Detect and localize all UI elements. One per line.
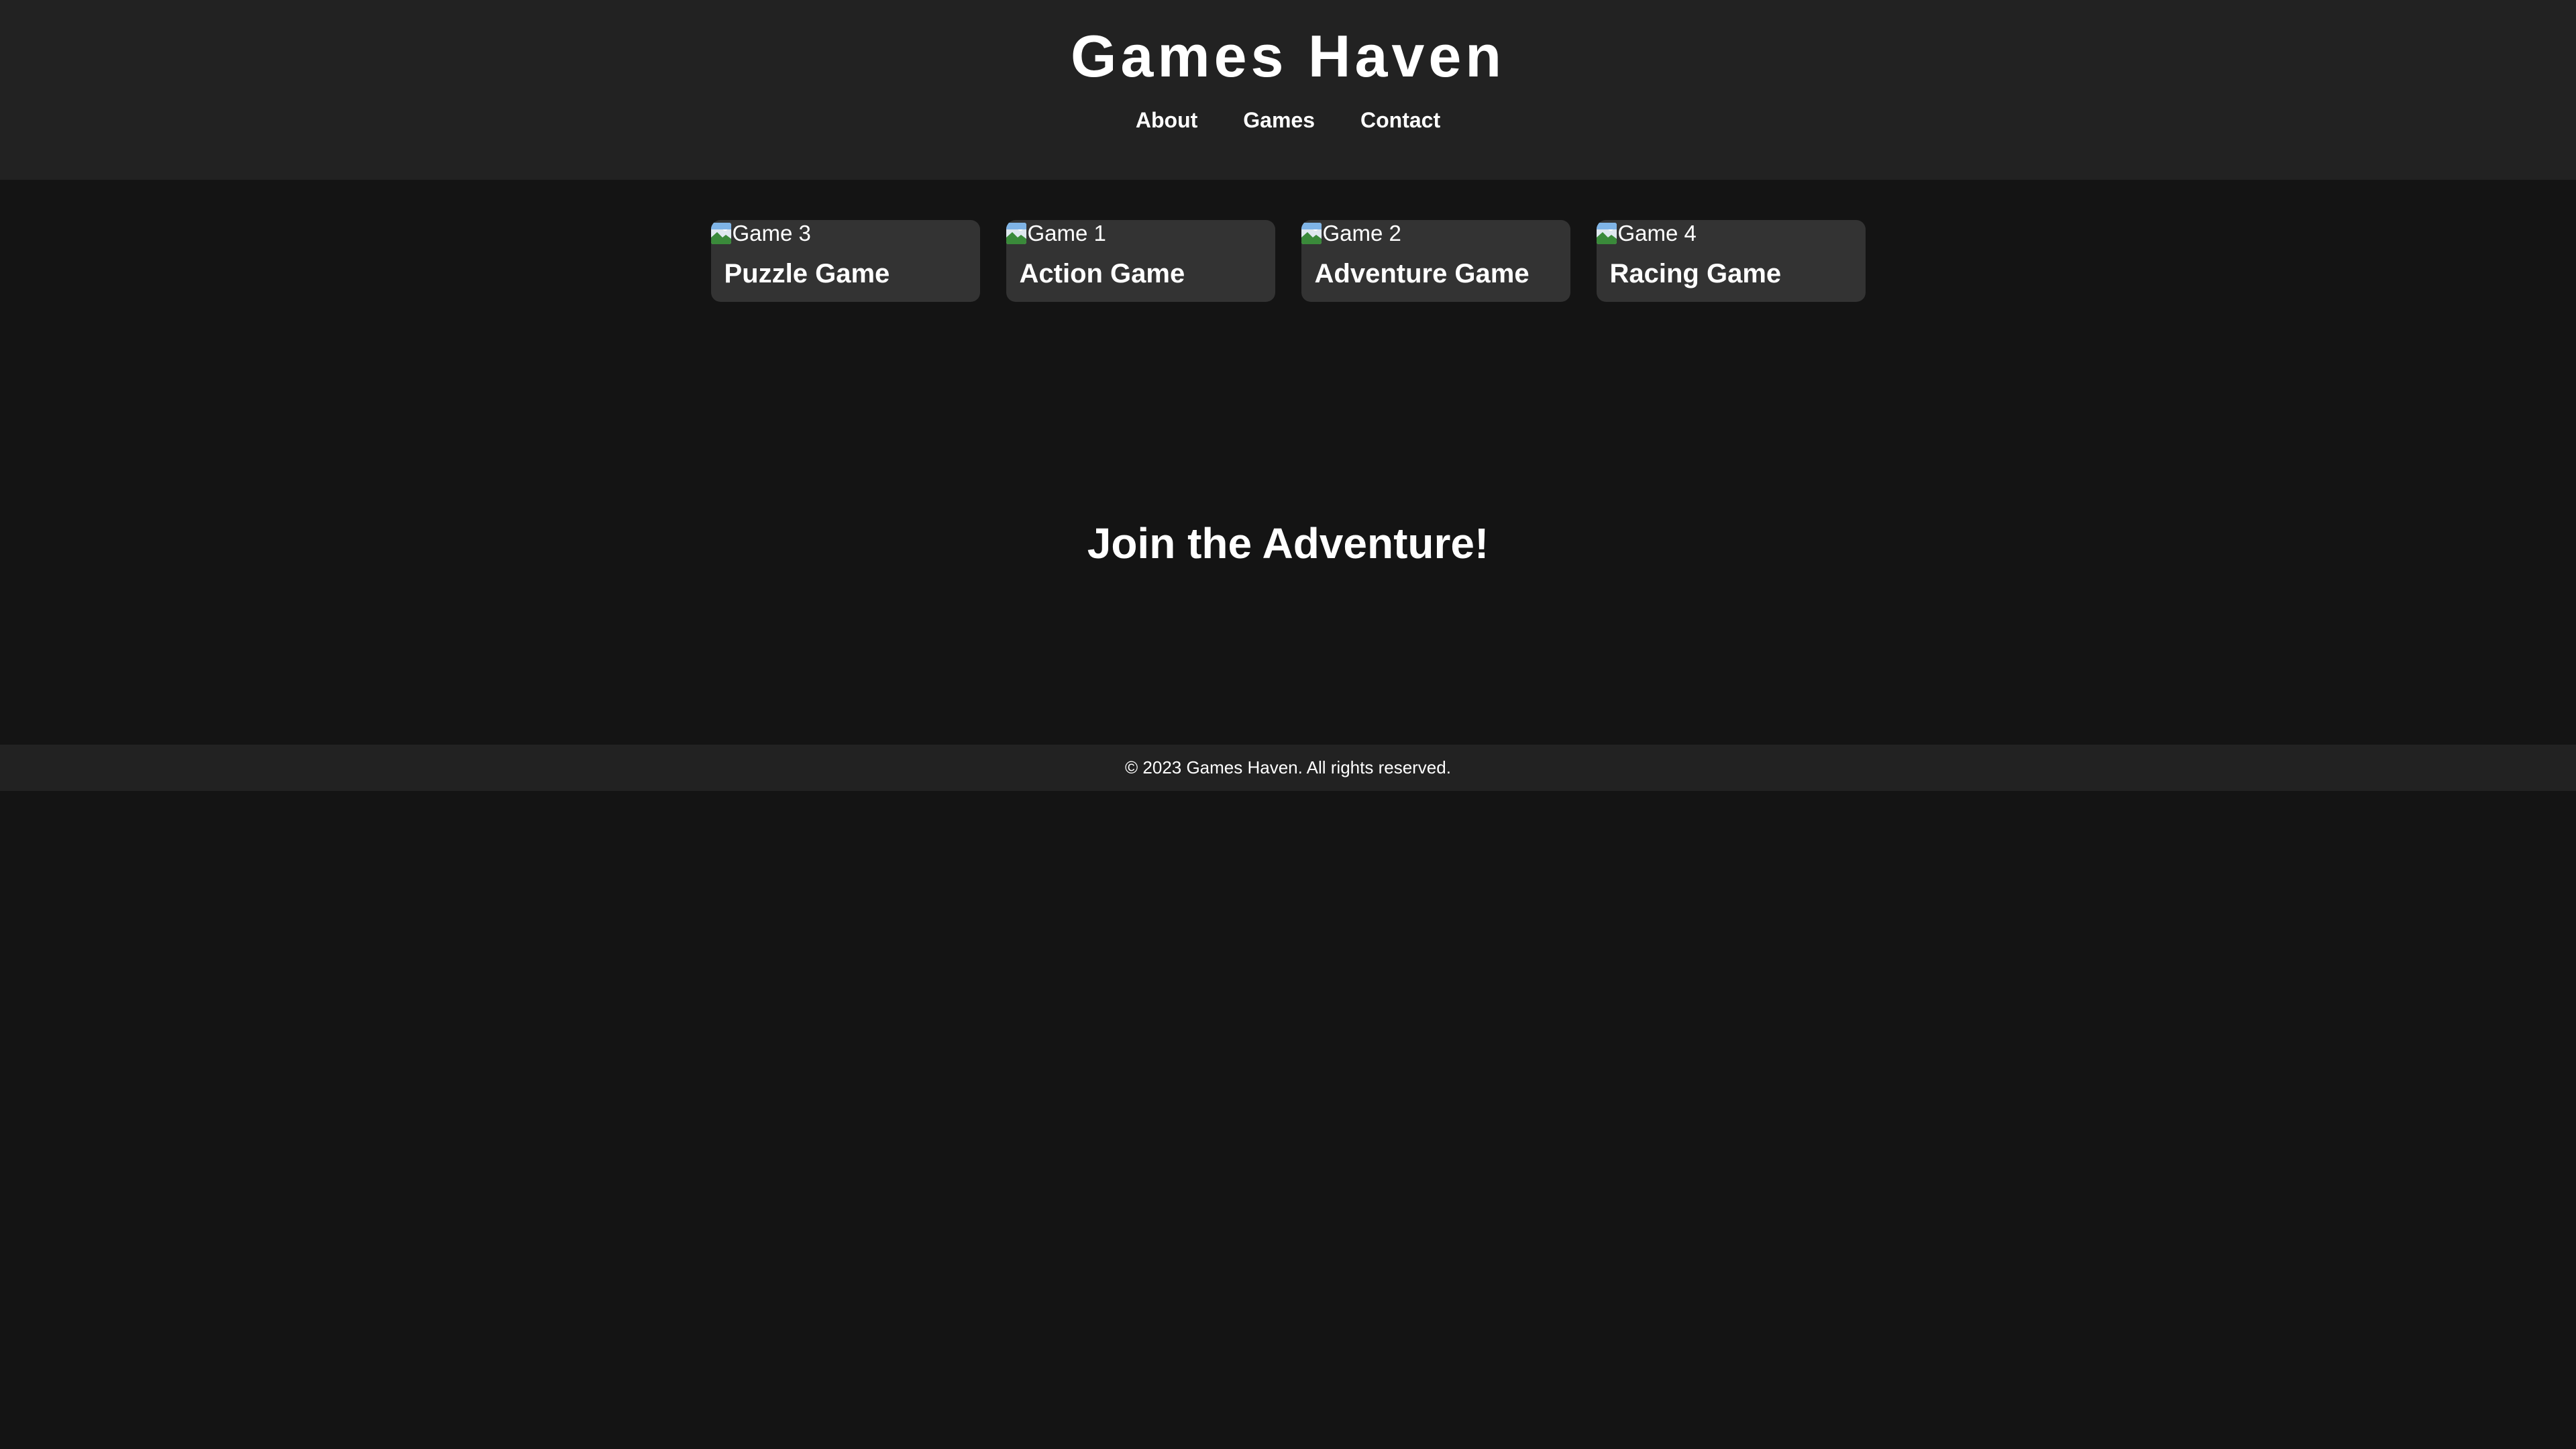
game-image-alt: Game 1 (1027, 221, 1106, 246)
game-title: Adventure Game (1314, 259, 1529, 288)
game-title: Puzzle Game (724, 259, 890, 288)
game-card-racing[interactable]: Game 4 Racing Game (1596, 220, 1866, 302)
nav-link-games[interactable]: Games (1243, 104, 1315, 136)
footer-copyright: © 2023 Games Haven. All rights reserved. (1125, 757, 1451, 777)
game-card-adventure[interactable]: Game 2 Adventure Game (1301, 220, 1570, 302)
game-image-alt: Game 3 (732, 221, 811, 246)
broken-image-icon (1301, 223, 1322, 244)
broken-image-icon (1006, 223, 1026, 244)
site-header: Games Haven About Games Contact (0, 0, 2576, 180)
hero-heading: Join the Adventure! (1087, 519, 1489, 568)
broken-image-icon (710, 223, 731, 244)
game-title: Action Game (1019, 259, 1185, 288)
site-footer: © 2023 Games Haven. All rights reserved. (0, 745, 2576, 791)
main-nav: About Games Contact (0, 104, 2576, 136)
nav-link-about[interactable]: About (1136, 104, 1197, 136)
hero-section: Join the Adventure! (0, 510, 2576, 577)
game-image-alt: Game 2 (1322, 221, 1401, 246)
nav-link-contact[interactable]: Contact (1360, 104, 1440, 136)
game-image: Game 3 (710, 220, 811, 247)
game-image: Game 4 (1596, 220, 1697, 247)
game-title: Racing Game (1609, 259, 1782, 288)
broken-image-icon (1596, 223, 1617, 244)
game-image: Game 2 (1301, 220, 1401, 247)
game-card-puzzle[interactable]: Game 3 Puzzle Game (710, 220, 980, 302)
game-image-alt: Game 4 (1617, 221, 1697, 246)
games-grid: Game 3 Puzzle Game Game 1 Action Game Ga… (0, 220, 2576, 302)
game-card-action[interactable]: Game 1 Action Game (1006, 220, 1275, 302)
game-image: Game 1 (1006, 220, 1106, 247)
site-title: Games Haven (1070, 23, 1506, 89)
